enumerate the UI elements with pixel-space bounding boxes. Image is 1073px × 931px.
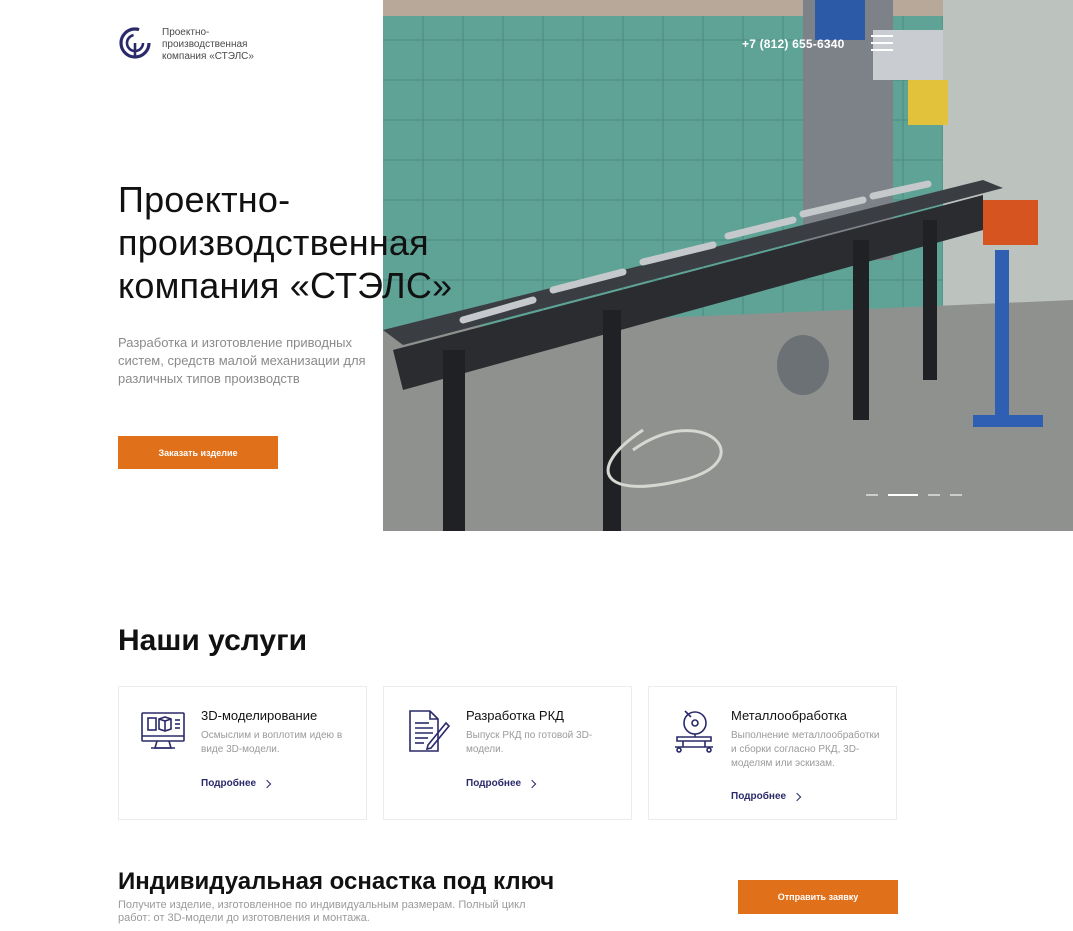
service-card-3d-modeling[interactable]: 3D-моделирование Осмыслим и воплотим иде…	[118, 686, 367, 820]
send-request-button[interactable]: Отправить заявку	[738, 880, 898, 914]
services-title: Наши услуги	[118, 624, 308, 657]
phone-link[interactable]: +7 (812) 655-6340	[742, 37, 844, 51]
service-title: Разработка РКД	[466, 708, 564, 723]
more-link[interactable]: Подробнее	[201, 778, 272, 789]
more-link[interactable]: Подробнее	[731, 791, 802, 802]
service-description: Осмыслим и воплотим идею в виде 3D-модел…	[201, 730, 343, 755]
slide-dot[interactable]	[866, 494, 878, 496]
more-link-label: Подробнее	[201, 778, 257, 789]
turnkey-title: Индивидуальная оснастка под ключ	[118, 868, 555, 895]
more-link-label: Подробнее	[731, 791, 787, 802]
chevron-right-icon	[527, 779, 537, 788]
chevron-right-icon	[792, 792, 802, 801]
slider-pagination	[866, 494, 962, 496]
slide-dot[interactable]	[950, 494, 962, 496]
chevron-right-icon	[262, 779, 272, 788]
logo-icon	[119, 27, 151, 59]
slide-dot[interactable]	[928, 494, 940, 496]
service-description: Выпуск РКД по готовой 3D-модели.	[466, 730, 593, 755]
hero-subtitle: Разработка и изготовление приводных сист…	[118, 335, 366, 386]
service-title: Металлообработка	[731, 708, 848, 723]
order-product-button[interactable]: Заказать изделие	[118, 436, 278, 469]
logo-text: Проектно-производственная компания «СТЭЛ…	[162, 27, 254, 62]
more-link-label: Подробнее	[466, 778, 522, 789]
service-card-metalworking[interactable]: Металлообработка Выполнение металлообраб…	[648, 686, 897, 820]
brand-logo[interactable]: Проектно-производственная компания «СТЭЛ…	[118, 26, 282, 63]
slide-dot-active[interactable]	[888, 494, 918, 496]
turnkey-description: Получите изделие, изготовленное по индив…	[118, 899, 526, 924]
service-title: 3D-моделирование	[201, 708, 318, 723]
monitor-3d-icon	[141, 712, 185, 749]
hamburger-icon[interactable]	[871, 35, 893, 51]
more-link[interactable]: Подробнее	[466, 778, 537, 789]
service-description: Выполнение металлообработки и сборки сог…	[731, 730, 880, 769]
hero-title: Проектно-производственная компания «СТЭЛ…	[118, 179, 453, 306]
cutting-saw-icon	[675, 710, 713, 753]
document-pen-icon	[409, 710, 451, 752]
service-card-rkd[interactable]: Разработка РКД Выпуск РКД по готовой 3D-…	[383, 686, 632, 820]
